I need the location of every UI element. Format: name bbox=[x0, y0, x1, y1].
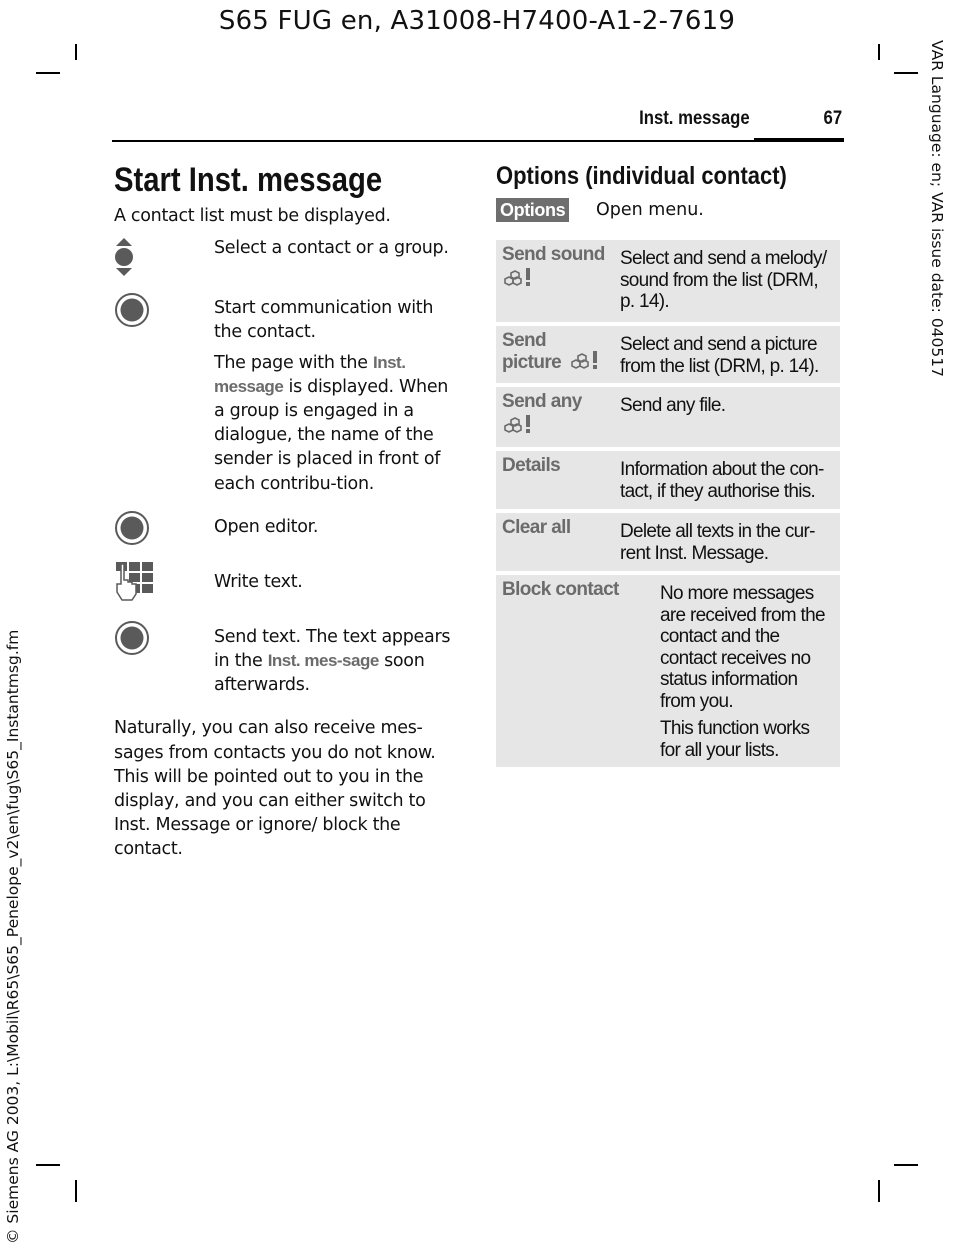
document-header: S65 FUG en, A31008-H7400-A1-2-7619 bbox=[218, 6, 736, 36]
crop-mark bbox=[878, 1180, 880, 1202]
option-description-text: This function works for all your lists. bbox=[660, 718, 810, 761]
drm-icon bbox=[569, 349, 603, 377]
option-row-send-any: Send any Send any file. bbox=[496, 387, 840, 447]
crop-mark bbox=[75, 1180, 77, 1202]
option-name: Clear all bbox=[502, 517, 571, 538]
step-text: Start communication with the contact. bbox=[214, 298, 434, 343]
crop-mark bbox=[878, 44, 880, 60]
step-open-editor: Open editor. bbox=[114, 510, 459, 551]
option-description-text: Delete all texts in the cur-rent Inst. M… bbox=[620, 521, 815, 564]
option-name: Send any bbox=[502, 391, 620, 441]
right-column: Options (individual contact) Options Ope… bbox=[496, 158, 840, 771]
option-row-send-sound: Send sound Select and send a melody/ sou… bbox=[496, 240, 840, 322]
options-key-row: Options Open menu. bbox=[496, 198, 840, 228]
running-head: Inst. message 67 bbox=[112, 104, 844, 142]
crop-mark bbox=[894, 1164, 918, 1166]
step-text: Write text. bbox=[214, 571, 303, 592]
option-row-details: Details Information about the con-tact, … bbox=[496, 451, 840, 509]
option-description-text: Select and send a melody/ sound from the… bbox=[620, 248, 827, 312]
steps-list: Select a contact or a group. Start commu… bbox=[114, 236, 459, 697]
keypad-hand-icon bbox=[114, 560, 153, 601]
copyright-file-path-note: © Siemens AG 2003, L:\Mobil\R65\S65_Pene… bbox=[4, 629, 22, 1244]
option-description: Send any file. bbox=[620, 391, 832, 441]
option-description: Select and send a picture from the list … bbox=[620, 330, 832, 377]
drm-icon bbox=[502, 266, 536, 294]
step-write-text: Write text. bbox=[114, 561, 459, 606]
option-name-text: Send sound bbox=[502, 244, 605, 265]
option-name: Send picture bbox=[502, 330, 620, 377]
option-row-send-picture: Send picture Select and send a picture f… bbox=[496, 326, 840, 383]
side-note-left: © Siemens AG 2003, L:\Mobil\R65\S65_Pene… bbox=[4, 596, 24, 1246]
running-head-section: Inst. message bbox=[639, 108, 750, 129]
option-description: Delete all texts in the cur-rent Inst. M… bbox=[620, 517, 832, 565]
options-softkey-badge: Options bbox=[496, 198, 570, 222]
option-name-text: Send any bbox=[502, 391, 582, 412]
crop-mark bbox=[894, 72, 918, 74]
step-text: Send text. The text appears in the Inst.… bbox=[214, 625, 459, 698]
control-key-press-icon bbox=[114, 292, 150, 328]
step-text: Open editor. bbox=[214, 516, 319, 537]
option-description-text: Select and send a picture from the list … bbox=[620, 334, 819, 377]
option-description: Select and send a melody/ sound from the… bbox=[620, 244, 832, 316]
control-key-up-down-icon bbox=[114, 236, 150, 277]
step-start-communication: Start communication with the contact. bbox=[114, 293, 459, 344]
step-text: The page with the Inst. message is displ… bbox=[214, 351, 459, 496]
step-send-text: Send text. The text appears in the Inst.… bbox=[114, 620, 459, 698]
option-description: No more messages are received from the c… bbox=[660, 579, 832, 761]
step-text: Select a contact or a group. bbox=[214, 238, 449, 259]
crop-mark bbox=[75, 44, 77, 60]
options-table: Send sound Select and send a melody/ sou… bbox=[496, 240, 840, 767]
intro-text: A contact list must be displayed. bbox=[114, 206, 391, 226]
option-description-text: Send any file. bbox=[620, 395, 726, 416]
option-description: Information about the con-tact, if they … bbox=[620, 455, 832, 503]
control-key-press-icon bbox=[114, 620, 150, 656]
crop-mark bbox=[36, 1164, 60, 1166]
options-section-title: Options (individual contact) bbox=[496, 162, 787, 190]
var-language-note: VAR Language: en; VAR issue date: 040517 bbox=[928, 40, 946, 377]
option-name: Details bbox=[502, 455, 561, 476]
option-description-text: No more messages are received from the c… bbox=[660, 583, 826, 712]
header-rule-accent bbox=[754, 138, 844, 142]
crop-mark bbox=[36, 72, 60, 74]
page-number: 67 bbox=[823, 108, 842, 129]
control-key-press-icon bbox=[114, 510, 150, 546]
options-key-description: Open menu. bbox=[596, 200, 704, 220]
option-name: Block contact bbox=[502, 579, 619, 600]
page-title: Start Inst. message bbox=[114, 161, 383, 199]
side-note-right: VAR Language: en; VAR issue date: 040517 bbox=[928, 40, 948, 400]
option-row-block-contact: Block contact No more messages are recei… bbox=[496, 575, 840, 767]
option-description-text: Information about the con-tact, if they … bbox=[620, 459, 824, 502]
option-name-text: Send picture bbox=[502, 330, 562, 373]
closing-paragraph: Naturally, you can also receive mes-sage… bbox=[114, 718, 436, 860]
option-name: Send sound bbox=[502, 244, 620, 316]
drm-icon bbox=[502, 413, 536, 441]
step-select-contact: Select a contact or a group. bbox=[114, 236, 459, 288]
step-page-displayed: The page with the Inst. message is displ… bbox=[114, 351, 459, 496]
header-rule bbox=[112, 140, 844, 142]
left-column: Start Inst. message A contact list must … bbox=[114, 158, 459, 862]
step-text-before: The page with the bbox=[214, 352, 373, 373]
option-row-clear-all: Clear all Delete all texts in the cur-re… bbox=[496, 513, 840, 571]
ui-term: Inst. mes-sage bbox=[267, 651, 380, 671]
